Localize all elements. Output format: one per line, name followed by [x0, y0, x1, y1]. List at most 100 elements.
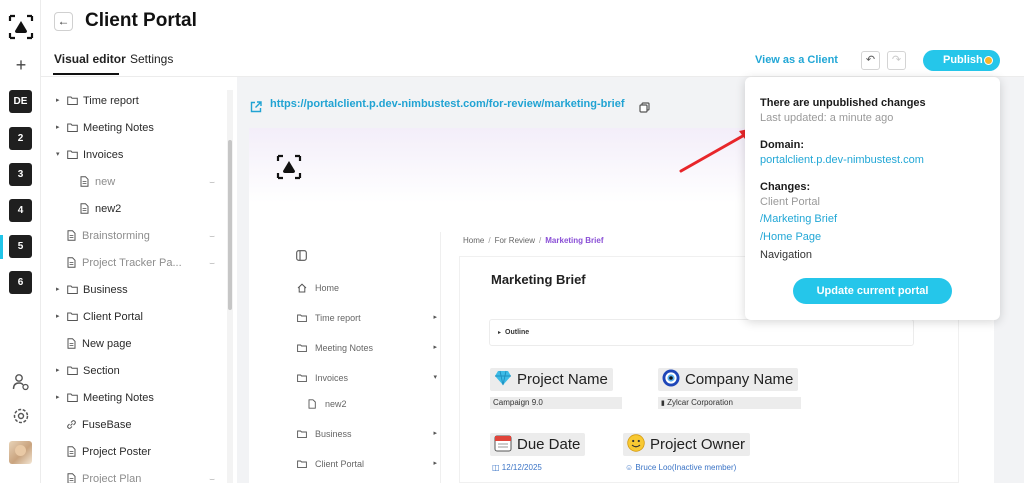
- hidden-eye-icon[interactable]: ⌣: [209, 253, 215, 273]
- hidden-eye-icon[interactable]: ⌣: [209, 469, 215, 483]
- field-due-date-value[interactable]: ◫ 12/12/2025: [489, 462, 545, 474]
- field-company-name-label: Company Name: [685, 371, 794, 388]
- tree-item[interactable]: ▸ Client Portal: [41, 307, 227, 327]
- calendar-icon: [494, 435, 512, 452]
- outline-toggle[interactable]: ▸ Outline: [489, 319, 914, 346]
- building-icon: ▮: [661, 400, 665, 407]
- redo-button[interactable]: ↷: [887, 51, 906, 70]
- tree-item[interactable]: ▸ Business: [41, 280, 227, 300]
- folder-icon: [67, 312, 78, 321]
- field-project-name-label: Project Name: [517, 371, 608, 388]
- workspace-3[interactable]: 3: [9, 163, 32, 186]
- tree-item[interactable]: ▸ Meeting Notes: [41, 388, 227, 408]
- user-small-icon: ☺: [625, 463, 634, 472]
- document-title: Marketing Brief: [491, 272, 586, 287]
- portal-url[interactable]: https://portalclient.p.dev-nimbustest.co…: [270, 98, 625, 110]
- tab-settings[interactable]: Settings: [130, 52, 173, 66]
- tree-item-label: Meeting Notes: [83, 122, 154, 134]
- field-due-date-label: Due Date: [517, 436, 581, 453]
- caret-right-icon[interactable]: ▸: [56, 118, 64, 138]
- folder-icon: [67, 123, 78, 132]
- breadcrumb-home[interactable]: Home: [463, 236, 484, 245]
- field-project-name-value: Campaign 9.0: [490, 397, 622, 409]
- app-logo-icon[interactable]: [8, 14, 34, 40]
- members-icon[interactable]: [12, 373, 30, 391]
- caret-right-icon[interactable]: ▸: [433, 310, 437, 326]
- tree-item[interactable]: New page: [41, 334, 227, 354]
- add-workspace-icon[interactable]: +: [11, 55, 31, 75]
- page-icon: [308, 399, 316, 409]
- back-button[interactable]: ←: [54, 12, 73, 31]
- change-marketing-brief[interactable]: /Marketing Brief: [760, 213, 837, 225]
- last-updated-text: Last updated: a minute ago: [760, 112, 894, 124]
- breadcrumb-current: Marketing Brief: [545, 236, 604, 245]
- hidden-eye-icon[interactable]: ⌣: [209, 226, 215, 246]
- field-project-owner-value[interactable]: ☺ Bruce Loo(Inactive member): [622, 462, 739, 474]
- caret-right-icon[interactable]: ▸: [433, 426, 437, 442]
- tree-item[interactable]: ▸ Section: [41, 361, 227, 381]
- tree-item-label: Project Tracker Pa...: [82, 257, 182, 269]
- tree-item[interactable]: Project Poster: [41, 442, 227, 462]
- portal-nav-item[interactable]: Business ▸: [297, 426, 437, 442]
- caret-right-icon[interactable]: ▸: [433, 456, 437, 472]
- tree-scrollbar-thumb[interactable]: [228, 140, 232, 310]
- tree-item-label: Brainstorming: [82, 230, 150, 242]
- page-icon: [67, 230, 76, 241]
- workspace-5[interactable]: 5: [9, 235, 32, 258]
- change-home-page[interactable]: /Home Page: [760, 231, 821, 243]
- tree-item[interactable]: ▸ Time report: [41, 91, 227, 111]
- smiley-icon: [627, 434, 645, 452]
- tree-item[interactable]: Brainstorming ⌣: [41, 226, 227, 246]
- view-as-client-link[interactable]: View as a Client: [755, 54, 838, 66]
- tree-item[interactable]: Project Plan ⌣: [41, 469, 227, 483]
- publish-button[interactable]: Publish: [923, 50, 1000, 71]
- caret-down-icon[interactable]: ▾: [56, 145, 64, 165]
- breadcrumb-for-review[interactable]: For Review: [495, 236, 535, 245]
- portal-nav-item[interactable]: Client Portal ▸: [297, 456, 437, 472]
- portal-nav-item[interactable]: Time report ▸: [297, 310, 437, 326]
- unpublished-heading: There are unpublished changes: [760, 97, 926, 109]
- caret-right-icon[interactable]: ▸: [56, 280, 64, 300]
- folder-icon: [67, 393, 78, 402]
- caret-right-icon[interactable]: ▸: [433, 340, 437, 356]
- tab-visual-editor[interactable]: Visual editor: [54, 52, 126, 66]
- tree-item[interactable]: new2: [41, 199, 227, 219]
- portal-sidebar: Home Time report ▸ Meeting Notes ▸ Invoices ▾ n…: [281, 232, 441, 483]
- workspace-6[interactable]: 6: [9, 271, 32, 294]
- arrow-left-icon: ←: [57, 14, 70, 28]
- folder-icon: [297, 374, 307, 383]
- tree-item[interactable]: ▾ Invoices: [41, 145, 227, 165]
- page-icon: [80, 176, 89, 187]
- tree-item[interactable]: Project Tracker Pa... ⌣: [41, 253, 227, 273]
- domain-link[interactable]: portalclient.p.dev-nimbustest.com: [760, 154, 924, 166]
- workspace-de[interactable]: DE: [9, 90, 32, 113]
- caret-down-icon[interactable]: ▾: [433, 370, 437, 386]
- caret-right-icon[interactable]: ▸: [56, 388, 64, 408]
- tree-item-label: new2: [95, 203, 122, 215]
- portal-nav-item[interactable]: Invoices ▾: [297, 370, 437, 386]
- settings-gear-icon[interactable]: [12, 407, 30, 425]
- project-owner-text: Bruce Loo(Inactive member): [635, 463, 737, 472]
- user-avatar[interactable]: [9, 441, 32, 464]
- sidebar-toggle-icon[interactable]: [296, 250, 307, 261]
- caret-right-icon[interactable]: ▸: [56, 361, 64, 381]
- workspace-4[interactable]: 4: [9, 199, 32, 222]
- tree-item[interactable]: FuseBase: [41, 415, 227, 435]
- undo-button[interactable]: ↶: [861, 51, 880, 70]
- field-company-name: Company Name: [658, 368, 799, 391]
- tree-item[interactable]: new ⌣: [41, 172, 227, 192]
- portal-nav-item[interactable]: new2: [307, 396, 437, 412]
- portal-nav-item[interactable]: Meeting Notes ▸: [297, 340, 437, 356]
- copy-icon[interactable]: [639, 102, 650, 113]
- tree-item[interactable]: ▸ Meeting Notes: [41, 118, 227, 138]
- redo-icon: ↷: [891, 54, 902, 66]
- page-tree: ▸ Time report ▸ Meeting Notes ▾ Invoices new ⌣ n…: [41, 77, 237, 483]
- hidden-eye-icon[interactable]: ⌣: [209, 172, 215, 192]
- update-current-portal-button[interactable]: Update current portal: [793, 278, 952, 304]
- tree-item-label: FuseBase: [82, 419, 132, 431]
- caret-right-icon[interactable]: ▸: [56, 307, 64, 327]
- caret-right-icon[interactable]: ▸: [56, 91, 64, 111]
- portal-nav-item[interactable]: Home: [297, 280, 437, 296]
- workspace-2[interactable]: 2: [9, 127, 32, 150]
- external-link-icon[interactable]: [250, 101, 262, 113]
